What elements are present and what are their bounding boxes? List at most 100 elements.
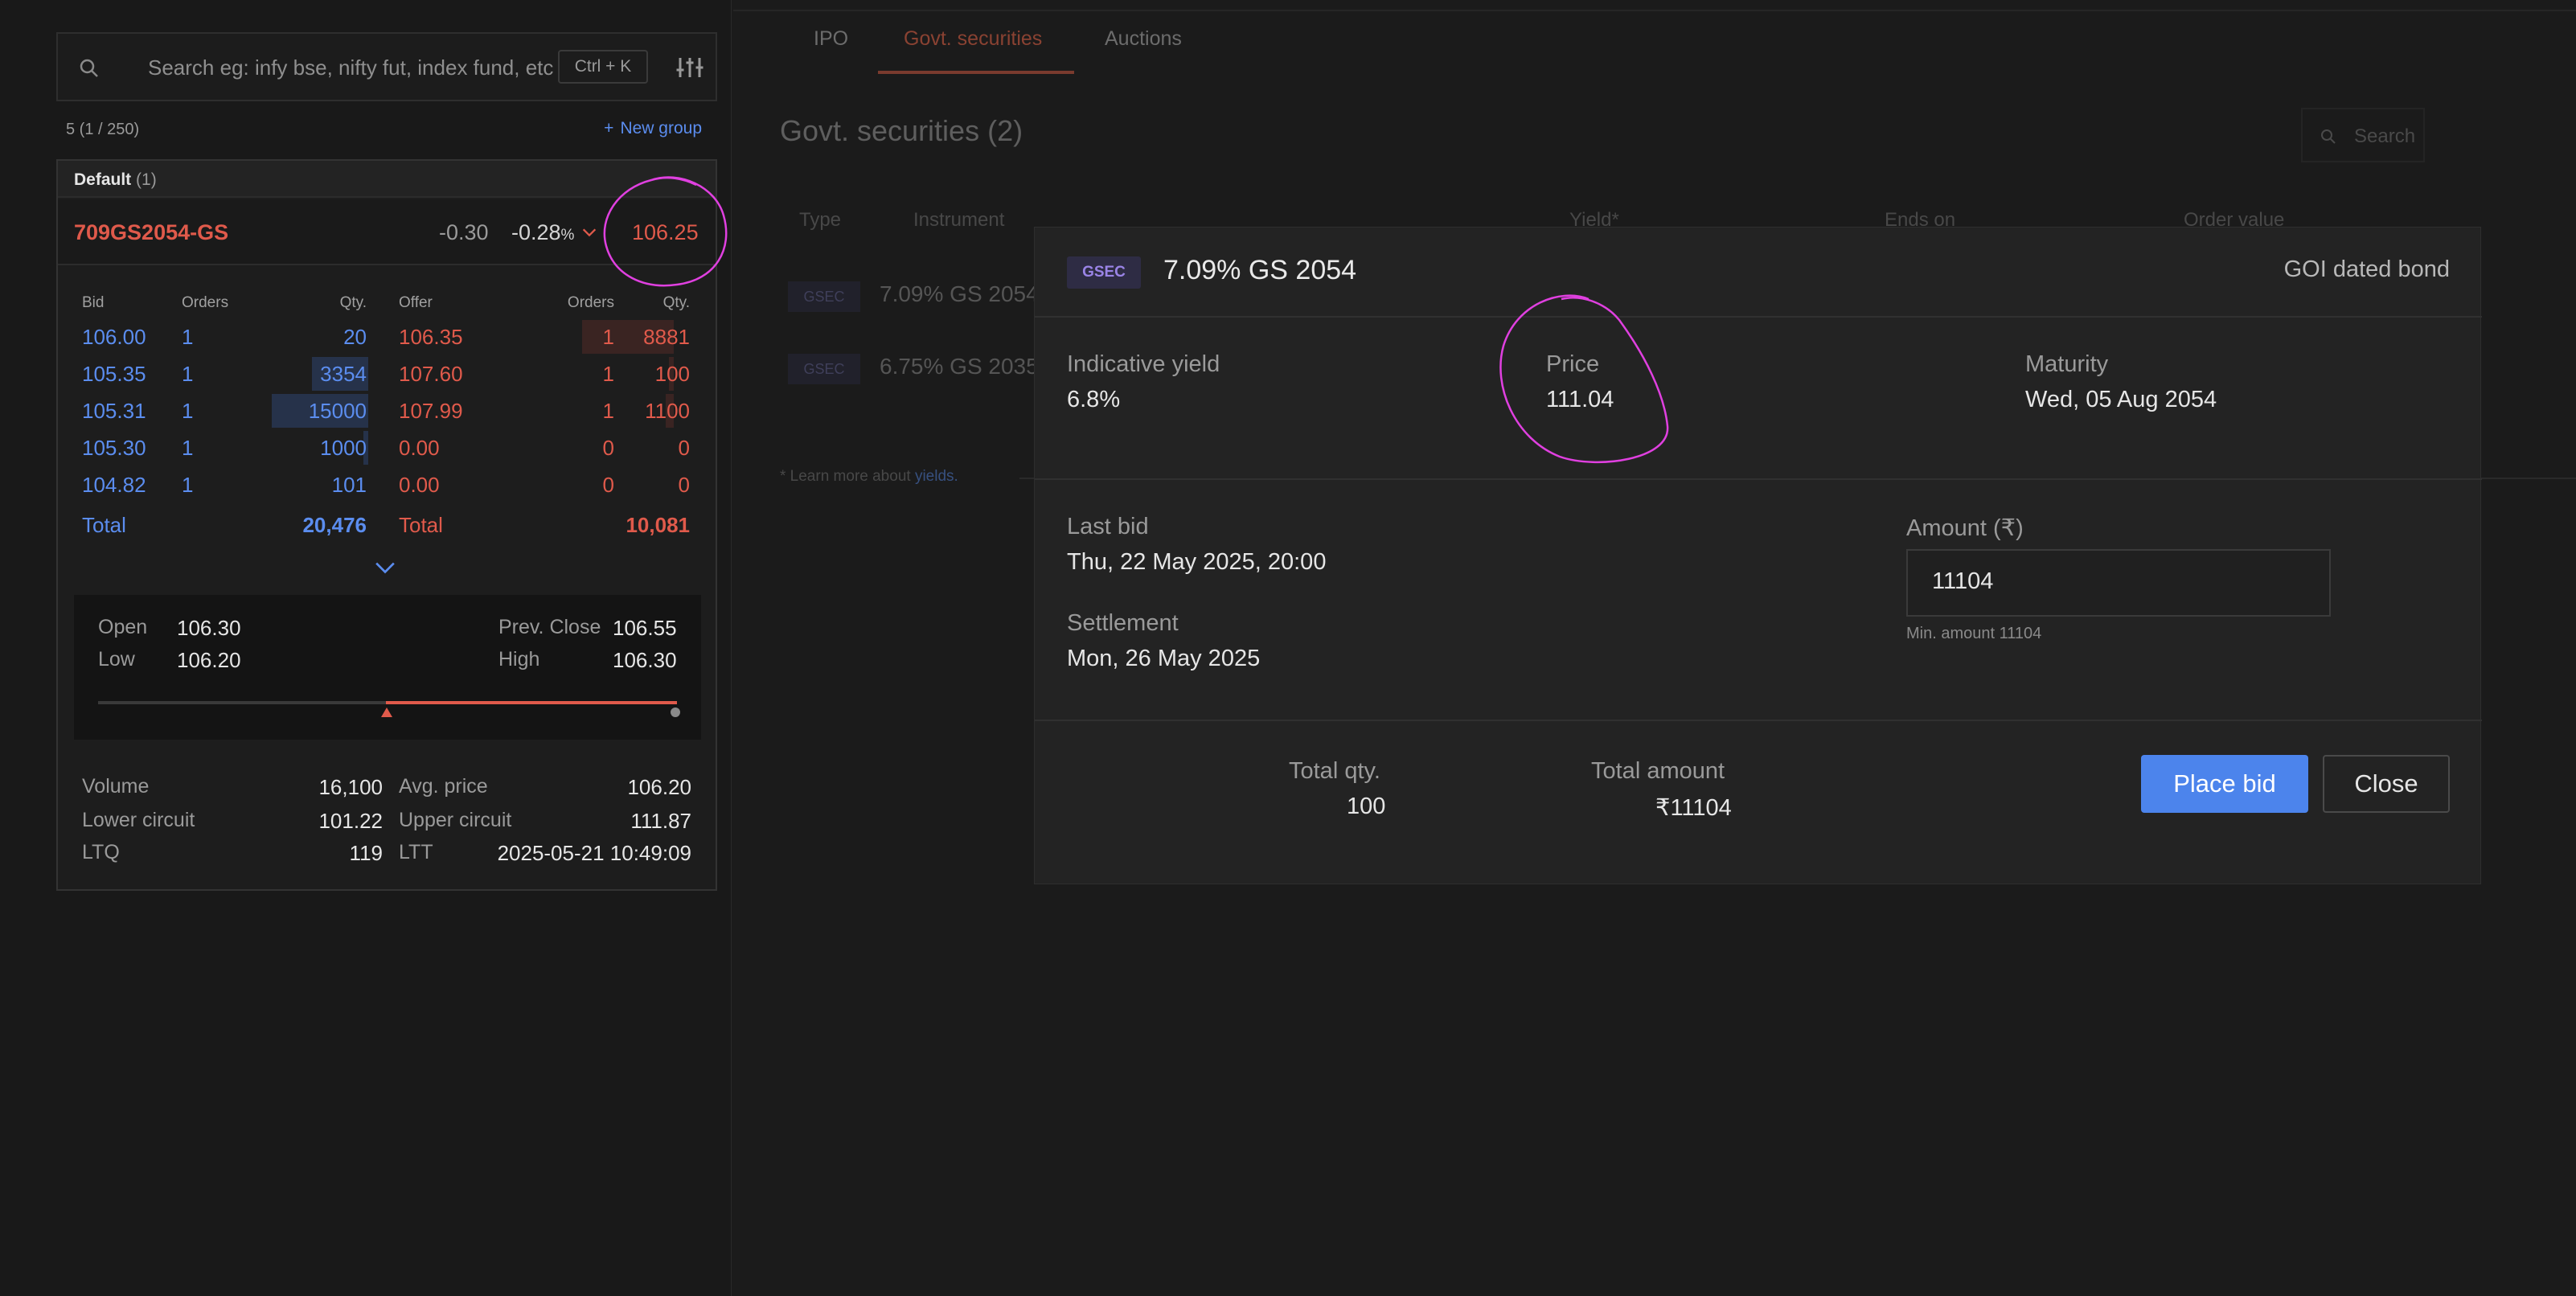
bond-type: GOI dated bond [2283,256,2450,282]
securities-search-input[interactable]: Search [2354,125,2415,148]
new-group-button[interactable]: + New group [604,119,708,138]
open-value: 106.30 [177,616,241,640]
offer-qty: 1100 [645,399,690,423]
modal-title: 7.09% GS 2054 [1163,255,1357,285]
chevron-down-icon [582,228,597,237]
bid-price[interactable]: 105.31 [82,399,146,424]
depth-row[interactable]: 104.82 1 101 0.00 0 0 [58,466,716,503]
depth-header-offer: Offer [399,294,433,311]
instrument-change: -0.30 [439,220,489,244]
bid-qty: 1000 [320,436,367,460]
tab-govt-securities[interactable]: Govt. securities [904,27,1042,51]
high-label: High [498,648,540,671]
bid-qty: 3354 [320,362,367,386]
open-label: Open [98,616,148,638]
amount-input[interactable]: 11104 [1906,549,2331,617]
ltp-marker [671,707,680,717]
bid-orders: 1 [182,436,194,460]
total-amount-label: Total amount [1591,758,1725,784]
offer-total-qty: 10,081 [626,513,690,537]
instrument-search[interactable]: Search eg: infy bse, nifty fut, index fu… [56,32,717,101]
depth-header-offer-qty: Qty. [662,294,690,311]
amount-label: Amount (₹) [1906,515,2024,541]
low-label: Low [98,648,135,671]
active-tab-indicator [878,71,1074,74]
depth-header-bid-orders: Orders [182,294,229,311]
low-value: 106.20 [177,648,241,672]
bid-qty: 101 [331,473,367,497]
table-row[interactable]: GSEC 6.75% GS 2035 [764,330,1039,402]
depth-header-bid: Bid [82,294,105,311]
offer-qty: 100 [654,362,690,386]
offer-price[interactable]: 107.99 [399,399,463,424]
tab-auctions[interactable]: Auctions [1105,27,1182,51]
watchlist-group-panel: Default (1) 709GS2054-GS -0.30 -0.28% 10… [56,159,717,891]
upper-circuit-label: Upper circuit [399,809,512,831]
watchlist-count: 5 (1 / 250) [66,121,140,138]
lower-circuit-label: Lower circuit [82,809,195,831]
bid-price[interactable]: 105.30 [82,436,146,461]
bid-orders: 1 [182,325,194,349]
type-badge: GSEC [788,281,860,312]
row-instrument: 6.75% GS 2035 [880,354,1039,379]
search-input[interactable]: Search eg: infy bse, nifty fut, index fu… [148,51,598,84]
depth-row[interactable]: 105.30 1 1000 0.00 0 0 [58,429,716,466]
table-row[interactable]: GSEC 7.09% GS 2054 [764,257,1039,330]
lower-circuit-value: 101.22 [318,809,383,833]
avg-price-label: Avg. price [399,775,488,798]
offer-orders: 0 [602,436,614,460]
ltq-value: 119 [349,841,383,865]
yield-value: 6.8% [1067,387,1121,412]
filter-icon[interactable] [675,53,704,82]
ohlc-panel: Open 106.30 Low 106.20 Prev. Close 106.5… [74,595,701,740]
bid-price[interactable]: 104.82 [82,473,146,498]
type-badge: GSEC [788,354,860,384]
depth-row[interactable]: 106.00 1 20 106.35 1 8881 [58,318,716,355]
row-instrument: 7.09% GS 2054 [880,281,1039,306]
column-type: Type [799,209,842,231]
modal-divider [1035,478,2482,480]
group-name: Default [74,170,132,189]
tab-ipo[interactable]: IPO [814,27,848,51]
offer-orders: 1 [602,399,614,423]
group-header[interactable]: Default (1) [58,161,716,198]
marketwatch-sidebar: Search eg: infy bse, nifty fut, index fu… [0,0,732,1296]
total-qty-label: Total qty. [1289,758,1380,784]
offer-price[interactable]: 0.00 [399,473,440,498]
gsec-badge: GSEC [1067,256,1141,289]
yield-label: Indicative yield [1067,351,1220,377]
new-group-label: New group [620,119,702,137]
day-range-fill [386,701,677,704]
offer-price[interactable]: 107.60 [399,362,463,387]
bid-orders: 1 [182,362,194,386]
chevron-down-icon[interactable] [375,560,396,576]
securities-search[interactable]: Search [2301,108,2425,162]
offer-price[interactable]: 0.00 [399,436,440,461]
depth-row[interactable]: 105.35 1 3354 107.60 1 100 [58,355,716,392]
bid-price[interactable]: 106.00 [82,325,146,350]
column-instrument: Instrument [913,209,1005,231]
offer-qty: 0 [678,436,690,460]
yields-link[interactable]: yields. [915,468,958,485]
prev-close-label: Prev. Close [498,616,601,638]
offer-orders: 1 [602,325,614,349]
depth-total-row: Total 20,476 Total 10,081 [58,507,716,543]
offer-price[interactable]: 106.35 [399,325,463,350]
bid-qty: 15000 [308,399,367,423]
place-bid-button[interactable]: Place bid [2141,755,2308,813]
total-amount-value: ₹11104 [1655,795,1732,821]
top-divider [733,10,2576,11]
last-bid-label: Last bid [1067,514,1149,539]
total-qty-value: 100 [1347,794,1386,819]
instrument-row[interactable]: 709GS2054-GS -0.30 -0.28% 106.25 [58,199,716,265]
market-depth: Bid Orders Qty. Offer Orders Qty. 106.00… [58,289,716,543]
bid-price[interactable]: 105.35 [82,362,146,387]
bid-total-qty: 20,476 [302,513,367,537]
depth-row[interactable]: 105.31 1 15000 107.99 1 1100 [58,392,716,429]
close-button[interactable]: Close [2323,755,2450,813]
modal-header: GSEC 7.09% GS 2054 GOI dated bond [1035,228,2482,318]
instrument-ltp: 106.25 [632,220,699,244]
page-title: Govt. securities (2) [780,114,1023,147]
offer-orders: 0 [602,473,614,497]
plus-icon: + [604,119,614,137]
